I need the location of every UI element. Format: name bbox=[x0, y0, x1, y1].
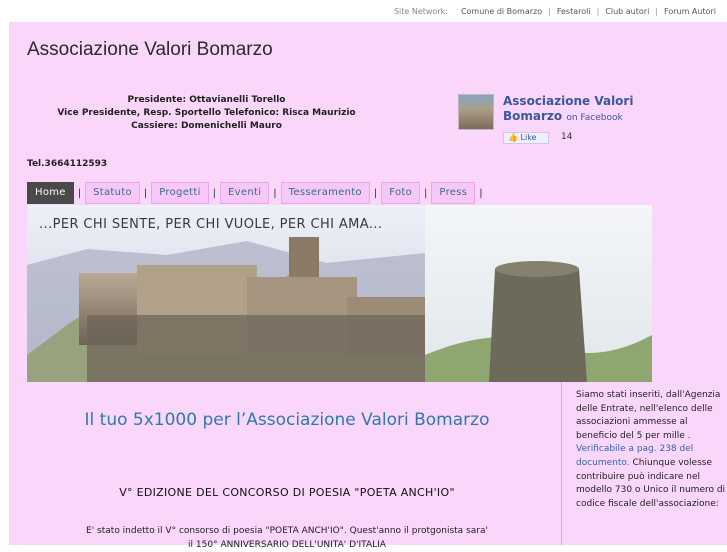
officer-president: Presidente: Ottavianelli Torello bbox=[127, 95, 286, 105]
sidebar-text: Siamo stati inseriti, dall'Agenzia delle… bbox=[576, 389, 726, 511]
contest-paragraph-line-1: E' stato indetto il V° consorso di poesi… bbox=[86, 526, 488, 536]
facebook-like-count: 14 bbox=[561, 132, 573, 142]
like-label: Like bbox=[520, 133, 537, 142]
tab-tesseramento[interactable]: Tesseramento bbox=[280, 182, 370, 204]
site-network-label: Site Network: bbox=[393, 7, 448, 16]
tower-top bbox=[495, 261, 579, 277]
officer-treasurer: Cassiere: Domenichelli Mauro bbox=[131, 121, 282, 131]
nav-separator: | bbox=[424, 187, 428, 199]
tab-eventi[interactable]: Eventi bbox=[220, 182, 270, 204]
sidebar: Siamo stati inseriti, dall'Agenzia delle… bbox=[561, 382, 727, 545]
nav-separator: | bbox=[212, 187, 217, 199]
officers-block: Presidente: Ottavianelli Torello Vice Pr… bbox=[49, 94, 364, 133]
nav-separator: | bbox=[143, 187, 148, 199]
nav-separator: | bbox=[273, 187, 277, 199]
contest-paragraph: E' stato indetto il V° consorso di poesi… bbox=[27, 524, 547, 552]
stone-tower bbox=[489, 264, 587, 382]
officer-vice-president: Vice Presidente, Resp. Sportello Telefon… bbox=[57, 108, 356, 118]
facebook-page-thumbnail[interactable] bbox=[458, 94, 494, 130]
site-network-link-festaroli[interactable]: Festaroli bbox=[552, 7, 596, 16]
tab-statuto[interactable]: Statuto bbox=[85, 182, 140, 204]
site-network-link-forum-autori[interactable]: Forum Autori bbox=[659, 7, 721, 16]
site-network: Site Network: Comune di Bomarzo | Festar… bbox=[394, 7, 721, 16]
site-title[interactable]: Associazione Valori Bomarzo bbox=[27, 39, 273, 61]
town-base bbox=[87, 315, 427, 382]
tab-progetti[interactable]: Progetti bbox=[151, 182, 209, 204]
site-network-link-club-autori[interactable]: Club autori bbox=[600, 7, 654, 16]
contest-heading: V° EDIZIONE DEL CONCORSO DI POESIA "POET… bbox=[119, 486, 455, 499]
sidebar-intro: Siamo stati inseriti, dall'Agenzia delle… bbox=[576, 390, 721, 441]
thumbs-up-icon: 👍 bbox=[508, 133, 518, 142]
facebook-widget: Associazione Valori Bomarzo on Facebook … bbox=[458, 94, 658, 144]
facebook-page-link[interactable]: Associazione Valori Bomarzo on Facebook bbox=[503, 94, 653, 126]
telephone-number: Tel.3664112593 bbox=[27, 159, 108, 169]
facebook-like-button[interactable]: 👍 Like bbox=[503, 132, 549, 144]
nav-separator: | bbox=[77, 187, 82, 199]
facebook-on-label: on Facebook bbox=[566, 113, 623, 123]
main-nav: Home | Statuto | Progetti | Eventi | Tes… bbox=[27, 182, 487, 204]
banner-tagline: ...PER CHI SENTE, PER CHI VUOLE, PER CHI… bbox=[39, 217, 383, 232]
nav-separator: | bbox=[373, 187, 378, 199]
header-banner-image: ...PER CHI SENTE, PER CHI VUOLE, PER CHI… bbox=[27, 205, 652, 382]
contest-paragraph-line-2: il 150° ANNIVERSARIO DELL'UNITA' D'ITALI… bbox=[188, 540, 386, 550]
nav-separator: | bbox=[479, 187, 483, 199]
main-content: Il tuo 5x1000 per l’Associazione Valori … bbox=[27, 382, 547, 550]
site-network-link-comune[interactable]: Comune di Bomarzo bbox=[456, 7, 547, 16]
page-body: Associazione Valori Bomarzo Presidente: … bbox=[9, 22, 727, 550]
five-per-mille-heading[interactable]: Il tuo 5x1000 per l’Associazione Valori … bbox=[27, 410, 547, 430]
tab-home[interactable]: Home bbox=[27, 182, 74, 204]
tab-press[interactable]: Press bbox=[431, 182, 476, 204]
tab-foto[interactable]: Foto bbox=[381, 182, 421, 204]
